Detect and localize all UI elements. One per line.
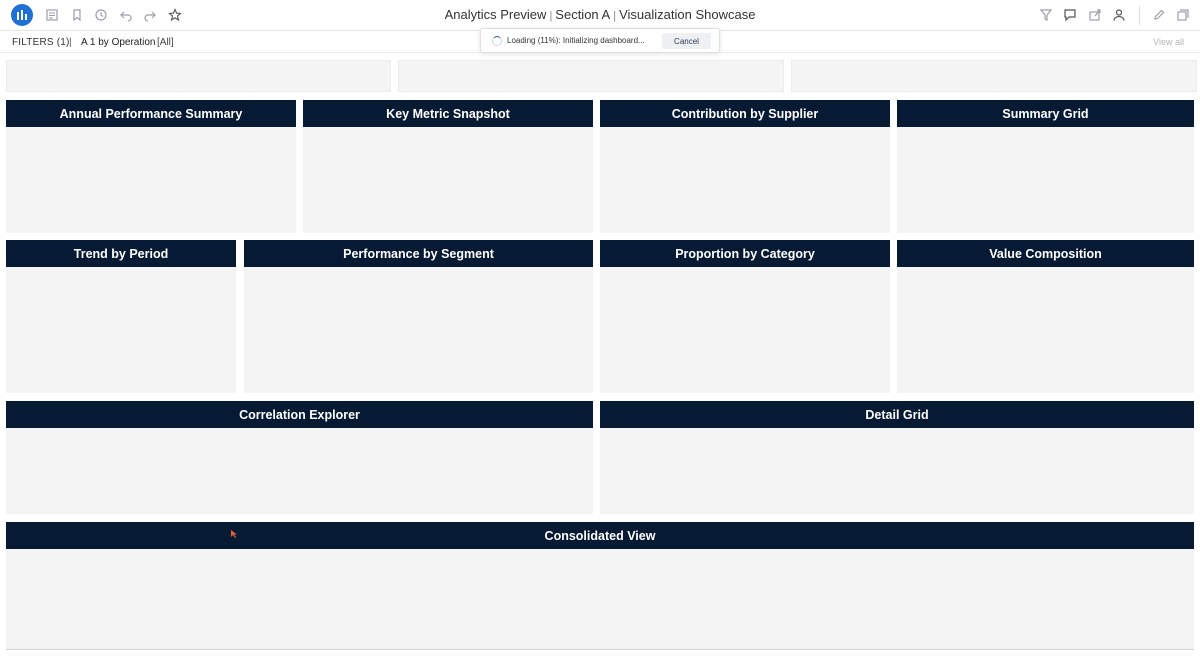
panel-value-composition[interactable]: Value Composition	[897, 240, 1194, 393]
dashboard-title: Analytics Preview | Section A | Visualizatio…	[0, 7, 1200, 22]
panel-title: Trend by Period	[6, 240, 236, 267]
user-icon[interactable]	[1111, 7, 1127, 23]
panel-title: Contribution by Supplier	[600, 100, 890, 127]
filter-value[interactable]: [All]	[157, 37, 174, 48]
panel-trend-by-period[interactable]: Trend by Period	[6, 240, 236, 393]
comment-icon[interactable]	[1062, 7, 1078, 23]
view-all-link[interactable]: View all	[1153, 37, 1184, 47]
title-separator: |	[613, 10, 617, 22]
filter-separator: |	[69, 37, 72, 48]
panel-title: Key Metric Snapshot	[303, 100, 593, 127]
panel-correlation-explorer[interactable]: Correlation Explorer	[6, 401, 593, 514]
loading-text: Loading (11%): Initializing dashboard...	[507, 36, 645, 45]
panel-key-metric-snapshot[interactable]: Key Metric Snapshot	[303, 100, 593, 233]
panel-summary-grid[interactable]: Summary Grid	[897, 100, 1194, 233]
placeholder-tile	[6, 60, 391, 92]
duplicate-icon[interactable]	[1175, 7, 1191, 23]
top-toolbar: Analytics Preview | Section A | Visualizatio…	[0, 0, 1200, 31]
placeholder-tile	[791, 60, 1197, 92]
placeholder-tile	[398, 60, 784, 92]
filters-count-label[interactable]: FILTERS (1)	[12, 37, 70, 48]
mouse-cursor-icon	[231, 530, 237, 538]
loading-spinner-icon	[492, 36, 502, 46]
title-part-3: Visualization Showcase	[619, 7, 756, 22]
title-part-2: Section A	[555, 7, 611, 22]
panel-annual-performance-summary[interactable]: Annual Performance Summary	[6, 100, 296, 233]
panel-title: Consolidated View	[6, 522, 1194, 549]
panel-proportion-by-category[interactable]: Proportion by Category	[600, 240, 890, 393]
panel-title: Correlation Explorer	[6, 401, 593, 428]
title-part-1: Analytics Preview	[444, 7, 547, 22]
panel-detail-grid[interactable]: Detail Grid	[600, 401, 1194, 514]
panel-title: Detail Grid	[600, 401, 1194, 428]
edit-icon[interactable]	[1151, 7, 1167, 23]
panel-title: Performance by Segment	[244, 240, 593, 267]
panel-contribution-by-supplier[interactable]: Contribution by Supplier	[600, 100, 890, 233]
title-separator: |	[549, 10, 553, 22]
loading-toast: Loading (11%): Initializing dashboard...…	[480, 28, 720, 53]
filter-settings-icon[interactable]	[1038, 7, 1054, 23]
panel-title: Annual Performance Summary	[6, 100, 296, 127]
toolbar-divider	[1139, 6, 1140, 25]
cancel-button[interactable]: Cancel	[662, 33, 711, 49]
filter-name[interactable]: A 1 by Operation	[81, 37, 156, 48]
panel-title: Value Composition	[897, 240, 1194, 267]
panel-title: Summary Grid	[897, 100, 1194, 127]
share-icon[interactable]	[1087, 7, 1103, 23]
panel-title: Proportion by Category	[600, 240, 890, 267]
panel-performance-by-segment[interactable]: Performance by Segment	[244, 240, 593, 393]
panel-consolidated-view[interactable]: Consolidated View	[6, 522, 1194, 650]
